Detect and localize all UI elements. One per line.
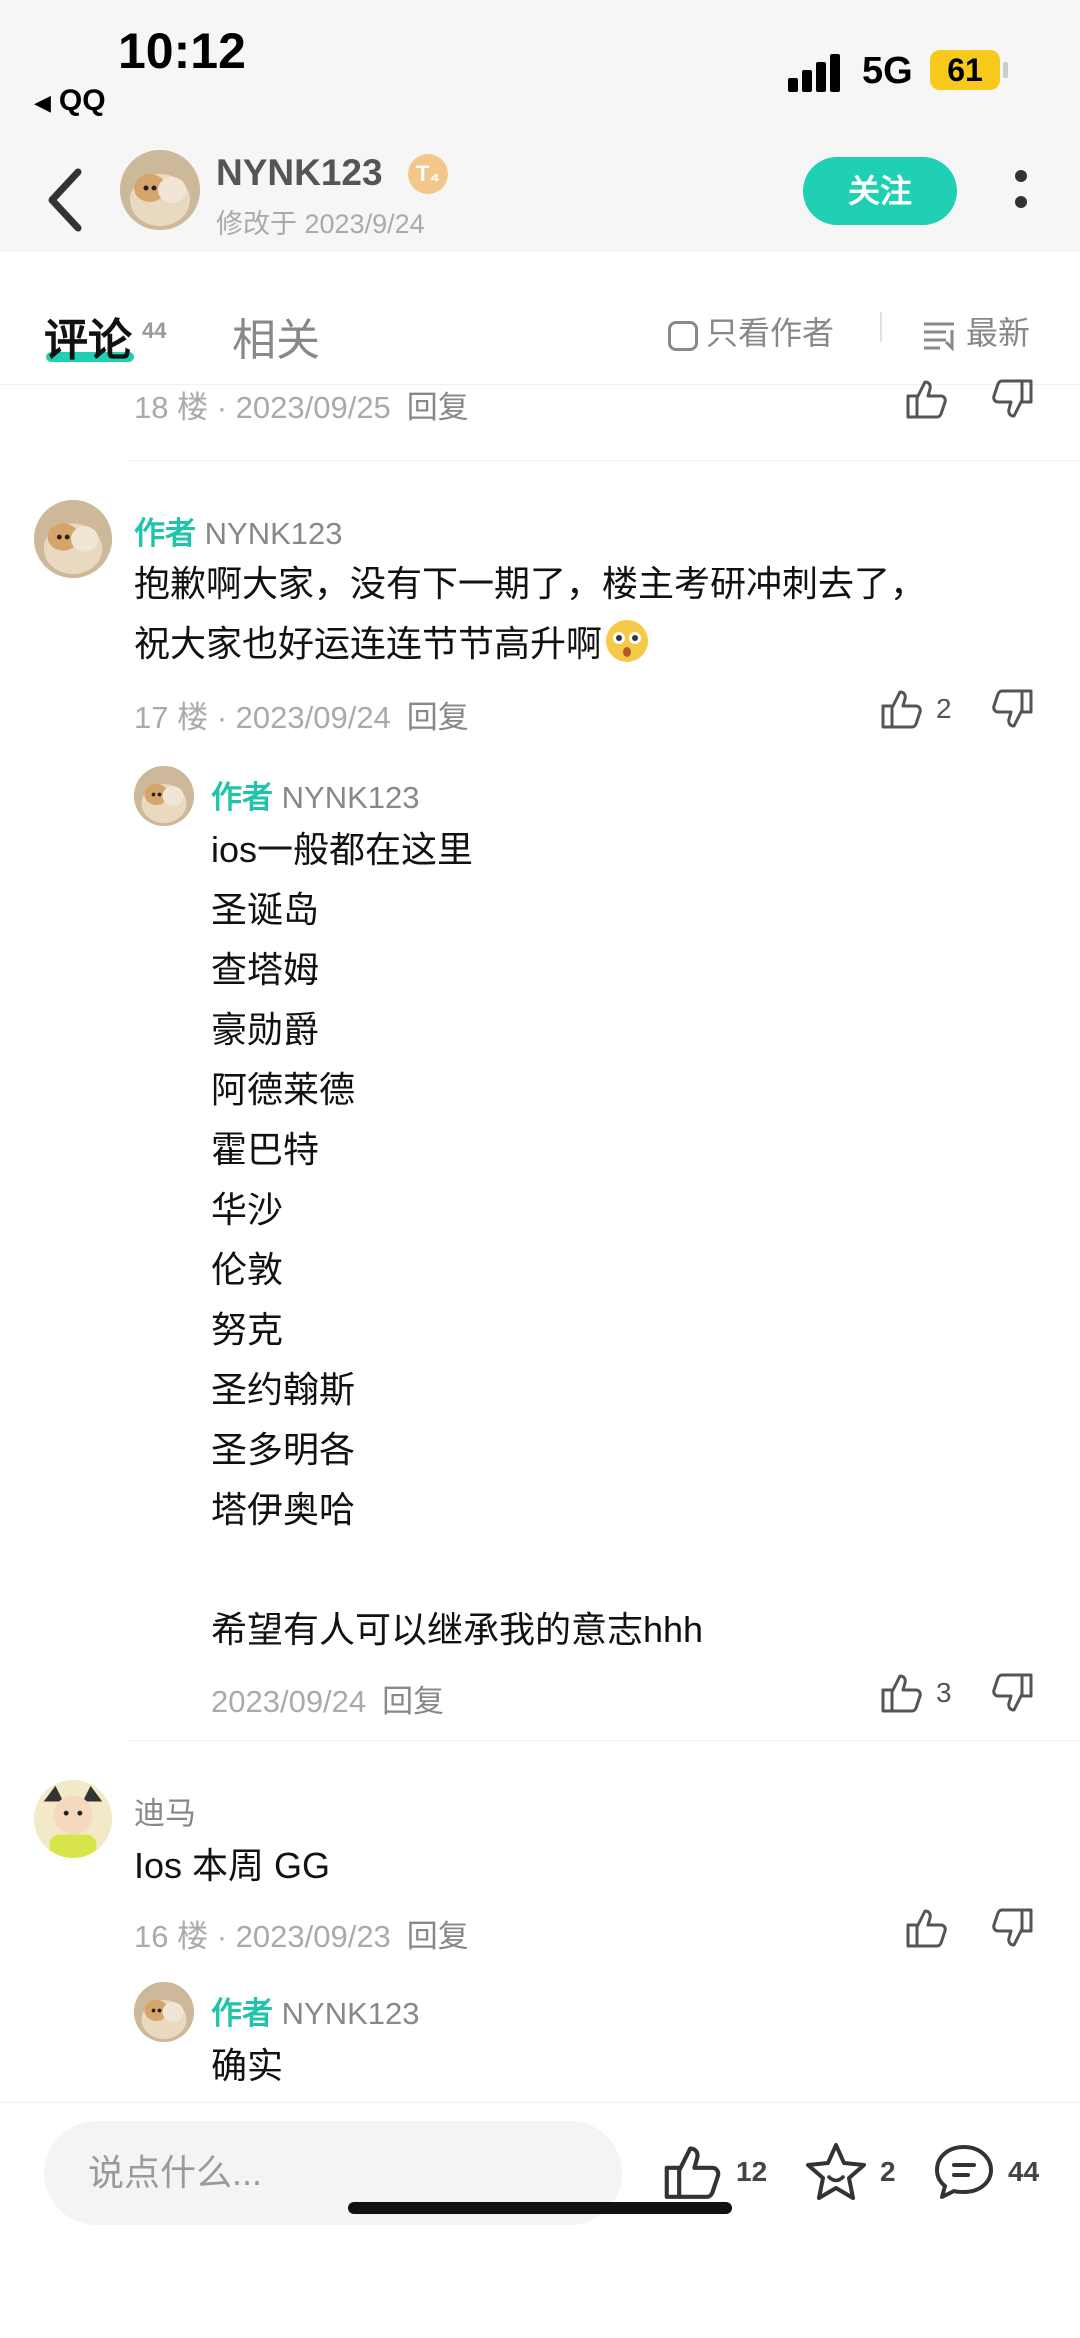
divider [128,460,1080,461]
battery-tip [1003,62,1008,78]
like-post-button[interactable]: 12 [662,2143,767,2201]
tab-separator [880,312,882,342]
back-app-label: QQ [58,84,106,117]
sort-icon [924,322,954,352]
network-type: 5G [862,50,913,92]
thumb-up-icon [906,380,947,419]
comment-16-like-button[interactable] [905,1907,949,1949]
post-favorite-count: 2 [880,2156,896,2187]
child-avatar-icon [34,1780,112,1858]
thumb-up-icon [906,1909,947,1948]
thumb-up-icon [881,1674,922,1713]
comment-18-floor-date: 18 楼 · 2023/09/25 [134,390,391,425]
comment-18-reply-button[interactable]: 回复 [407,390,469,425]
thumb-up-icon [881,690,922,729]
comment-post-button[interactable]: 44 [932,2143,1039,2201]
reply-17-reply-button[interactable]: 回复 [382,1684,444,1719]
comment-18-like-button[interactable] [905,378,949,420]
comment-16-avatar[interactable] [34,1780,112,1858]
author-tag: 作者 [211,780,273,815]
comment-16-text: Ios 本周 GG [134,1845,331,1886]
follow-button[interactable]: 关注 [803,157,957,225]
comment-17-username[interactable]: 作者 NYNK123 [134,508,342,553]
author-name[interactable]: NYNK123 [216,152,383,194]
comment-16-meta: 16 楼 · 2023/09/23 回复 [134,1911,469,1956]
comment-17-dislike-button[interactable] [990,688,1034,730]
status-bar: 10:12 ◀ QQ 5G 61 [0,0,1080,150]
post-header: NYNK123 T₄ 修改于 2023/9/24 关注 [0,150,1080,252]
thumb-up-icon [664,2146,721,2199]
reply-16-text: 确实 [211,2045,284,2086]
reply-16-username[interactable]: 作者 NYNK123 [211,1988,419,2033]
comments-count: 44 [142,318,167,343]
cell-signal-icon [788,52,844,92]
more-button[interactable] [1012,164,1030,224]
post-like-count: 12 [736,2156,768,2187]
reply-17-meta: 2023/09/24 回复 [211,1676,444,1721]
comment-18-meta: 18 楼 · 2023/09/25 回复 [134,382,469,427]
cat-avatar-icon [134,1982,194,2042]
tab-related[interactable]: 相关 [232,304,320,368]
comment-16-username[interactable]: 迪马 [134,1788,196,1833]
only-author-toggle[interactable]: 只看作者 [668,308,835,351]
comment-16-dislike-button[interactable] [990,1907,1034,1949]
comment-18-dislike-button[interactable] [990,378,1034,420]
level-badge: T₄ [408,154,448,194]
divider [128,1740,1080,1741]
emoji-icon [606,620,649,662]
back-triangle-icon: ◀ [34,90,51,115]
thumb-down-icon [992,1908,1033,1947]
comment-16-floor-date: 16 楼 · 2023/09/23 [134,1919,391,1954]
comment-16-reply-button[interactable]: 回复 [407,1919,469,1954]
cat-avatar-icon [134,766,194,826]
reply-17-like-count: 3 [936,1677,952,1708]
comment-17-floor-date: 17 楼 · 2023/09/24 [134,700,391,735]
author-tag: 作者 [211,1996,273,2031]
more-dot [1015,196,1027,208]
tab-comments[interactable]: 评论 [44,304,132,368]
cat-avatar-icon [120,150,200,230]
battery-icon: 61 [930,50,1000,90]
home-indicator [348,2202,732,2214]
comment-17-meta: 17 楼 · 2023/09/24 回复 [134,692,469,737]
back-to-app-link[interactable]: ◀ QQ [34,84,106,118]
reply-17-date: 2023/09/24 [211,1684,367,1719]
comment-17-body: 抱歉啊大家，没有下一期了，楼主考研冲刺去了， 祝大家也好运连连节节高升啊 [134,563,927,664]
sort-label: 最新 [966,315,1031,351]
reply-17-text: ios一般都在这里 圣诞岛 查塔姆 豪勋爵 阿德莱德 霍巴特 华沙 伦敦 努克 … [211,829,704,1650]
comment-17-like-button[interactable]: 2 [880,688,952,730]
only-author-label: 只看作者 [706,315,835,351]
checkbox-icon [668,320,698,351]
thumb-down-icon [992,689,1033,728]
more-icon [1015,170,1027,182]
favorite-post-button[interactable]: 2 [804,2141,896,2203]
star-icon [806,2143,866,2200]
thumb-down-icon [992,379,1033,418]
comment-17-avatar[interactable] [34,500,112,578]
back-chevron-icon [48,168,82,232]
reply-16-avatar[interactable] [134,1982,194,2042]
back-button[interactable] [38,160,98,240]
comment-17-reply-button[interactable]: 回复 [407,700,469,735]
reply-17-username[interactable]: 作者 NYNK123 [211,772,419,817]
comment-icon [935,2145,993,2199]
modified-date: 修改于 2023/9/24 [216,209,425,239]
reply-16-name: NYNK123 [281,1996,420,2031]
sort-button[interactable]: 最新 [922,308,1030,354]
comment-tabs: 评论 44 相关 只看作者 最新 [0,252,1080,385]
post-comment-count: 44 [1008,2156,1040,2187]
author-avatar[interactable] [120,150,200,230]
status-time: 10:12 [118,23,246,79]
reply-17-name: NYNK123 [281,780,420,815]
thumb-down-icon [992,1673,1033,1712]
reply-17-like-button[interactable]: 3 [880,1672,952,1714]
reply-17-dislike-button[interactable] [990,1672,1034,1714]
reply-17-avatar[interactable] [134,766,194,826]
bottom-action-bar: 说点什么... 12 2 44 [0,2102,1080,2338]
comment-17-text: 抱歉啊大家，没有下一期了，楼主考研冲刺去了， 祝大家也好运连连节节高升啊 [134,554,926,674]
author-tag: 作者 [134,516,196,551]
comment-17-name: NYNK123 [204,516,343,551]
comment-17-like-count: 2 [936,693,952,724]
cat-avatar-icon [34,500,112,578]
